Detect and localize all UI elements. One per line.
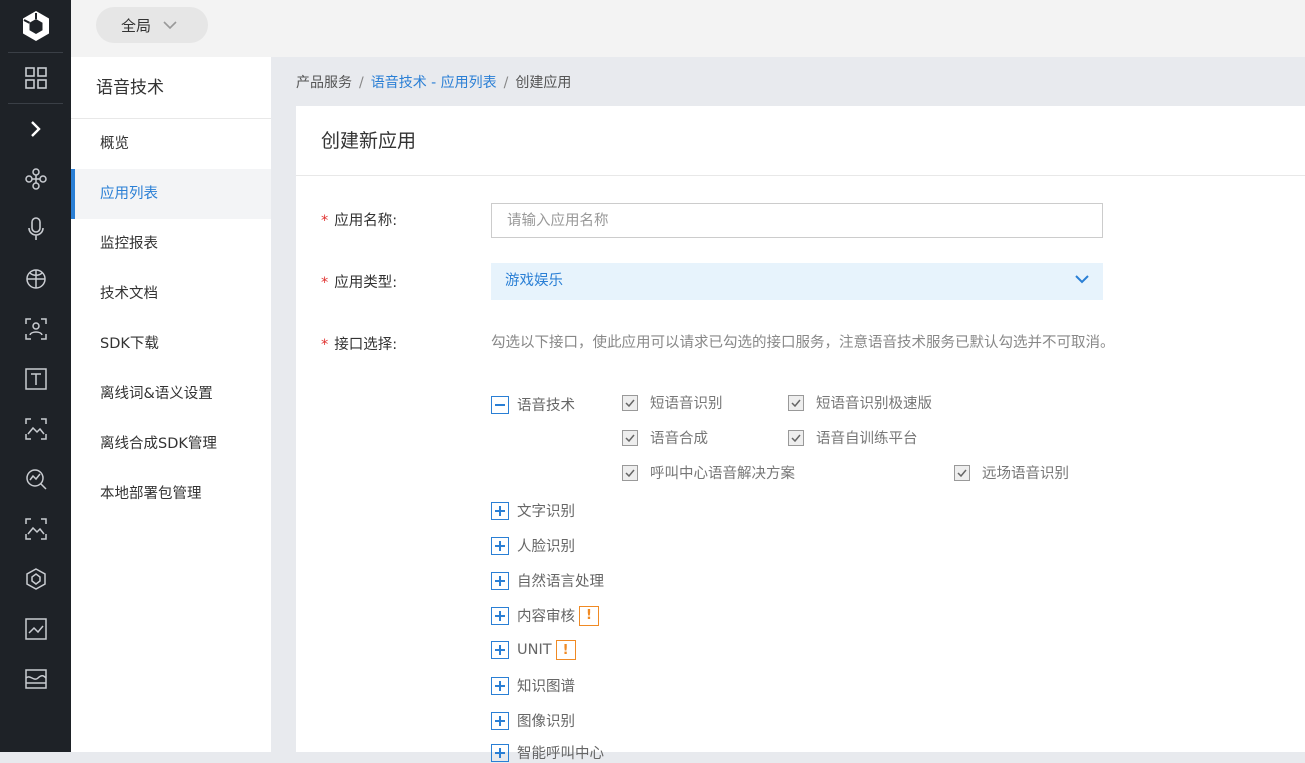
sidebar-item-app-list[interactable]: 应用列表 <box>71 169 271 219</box>
checkbox-checked-disabled-icon <box>622 429 638 446</box>
api-group-name: 自然语言处理 <box>517 574 604 590</box>
scope-dropdown[interactable]: 全局 <box>96 7 208 43</box>
sidebar-item-monitor-report[interactable]: 监控报表 <box>71 219 271 269</box>
api-group-name: 智能呼叫中心 <box>517 746 604 762</box>
create-app-panel: 创建新应用 * 应用名称: * 应用类型: 游戏娱乐 * 接口选择: 勾选以下接口，使… <box>296 106 1305 762</box>
breadcrumb-separator: / <box>503 75 509 91</box>
api-option-label: 语音合成 <box>650 431 708 447</box>
api-group-name: 人脸识别 <box>517 539 575 555</box>
api-group-name: 语音技术 <box>517 398 575 414</box>
api-option-label: 呼叫中心语音解决方案 <box>650 466 795 482</box>
api-option-label: 短语音识别极速版 <box>816 396 932 412</box>
api-group-name: 文字识别 <box>517 504 575 520</box>
api-option-short-asr-fast: 短语音识别极速版 <box>788 392 932 413</box>
app-name-label-text: 应用名称: <box>334 213 398 229</box>
api-group-name: 内容审核 <box>517 609 575 625</box>
api-group-name: UNIT <box>517 642 552 658</box>
api-option-short-asr: 短语音识别 <box>622 392 723 413</box>
required-mark: * <box>321 337 329 353</box>
sidebar-item-offline-sdk[interactable]: 离线合成SDK管理 <box>71 419 271 469</box>
app-type-select[interactable]: 游戏娱乐 <box>491 263 1103 300</box>
api-option-far-field-asr: 远场语音识别 <box>954 462 1069 483</box>
api-option-label: 短语音识别 <box>650 396 723 412</box>
app-name-label: * 应用名称: <box>321 209 397 230</box>
api-select-label: * 接口选择: <box>321 333 397 354</box>
app-type-label-text: 应用类型: <box>334 275 398 291</box>
network-icon[interactable] <box>0 154 71 204</box>
page-title: 创建新应用 <box>296 106 1305 176</box>
image-icon[interactable] <box>0 504 71 554</box>
api-group-knowledge-graph[interactable]: 知识图谱 <box>491 675 575 696</box>
sidebar-item-sdk-download[interactable]: SDK下载 <box>71 319 271 369</box>
sidebar-item-local-package[interactable]: 本地部署包管理 <box>71 469 271 519</box>
breadcrumb-root[interactable]: 产品服务 <box>296 75 352 91</box>
text-icon[interactable] <box>0 354 71 404</box>
landscape-icon[interactable] <box>0 404 71 454</box>
checkbox-checked-disabled-icon <box>954 464 970 481</box>
logo-icon[interactable] <box>0 0 71 52</box>
api-group-smart-call-center[interactable]: 智能呼叫中心 <box>491 742 604 763</box>
checkbox-checked-disabled-icon <box>788 429 804 446</box>
breadcrumb-parent-link[interactable]: 语音技术 - 应用列表 <box>371 75 497 91</box>
api-group-nlp[interactable]: 自然语言处理 <box>491 570 604 591</box>
required-mark: * <box>321 275 329 291</box>
icon-rail <box>0 0 71 752</box>
warning-icon[interactable]: ! <box>555 640 576 660</box>
map-icon[interactable] <box>0 654 71 704</box>
api-group-content-review[interactable]: 内容审核 ! <box>491 605 599 626</box>
breadcrumb-separator: / <box>359 75 364 91</box>
api-group-name: 图像识别 <box>517 714 575 730</box>
api-group-name: 知识图谱 <box>517 679 575 695</box>
api-select-label-text: 接口选择: <box>334 337 398 353</box>
api-option-label: 语音自训练平台 <box>816 431 918 447</box>
api-group-face[interactable]: 人脸识别 <box>491 535 575 556</box>
sidebar-item-overview[interactable]: 概览 <box>71 119 271 169</box>
collapse-icon[interactable] <box>491 395 509 414</box>
api-group-speech[interactable]: 语音技术 <box>491 394 575 415</box>
expand-icon[interactable] <box>491 743 509 762</box>
expand-icon[interactable] <box>491 641 509 659</box>
expand-icon[interactable] <box>491 676 509 695</box>
model-icon[interactable] <box>0 554 71 604</box>
api-option-tts: 语音合成 <box>622 427 708 448</box>
chevron-down-icon <box>163 20 177 29</box>
checkbox-checked-disabled-icon <box>788 394 804 411</box>
microphone-icon[interactable] <box>0 204 71 254</box>
app-name-input[interactable] <box>491 203 1103 238</box>
api-group-unit[interactable]: UNIT ! <box>491 640 576 660</box>
checkbox-checked-disabled-icon <box>622 394 638 411</box>
api-group-ocr[interactable]: 文字识别 <box>491 500 575 521</box>
expand-icon[interactable] <box>491 711 509 730</box>
scope-label: 全局 <box>121 16 152 35</box>
sidebar-item-offline-words[interactable]: 离线词&语义设置 <box>71 369 271 419</box>
api-group-image-recognition[interactable]: 图像识别 <box>491 710 575 731</box>
product-sidebar: 语音技术 概览 应用列表 监控报表 技术文档 SDK下载 离线词&语义设置 离线… <box>71 57 271 752</box>
chart-icon[interactable] <box>0 604 71 654</box>
checkbox-checked-disabled-icon <box>622 464 638 481</box>
expand-icon[interactable] <box>491 501 509 520</box>
globe-icon[interactable] <box>0 254 71 304</box>
expand-icon[interactable] <box>491 536 509 555</box>
warning-icon[interactable]: ! <box>579 605 599 626</box>
sidebar-title: 语音技术 <box>71 57 271 119</box>
expand-icon[interactable] <box>491 606 509 625</box>
api-option-call-center: 呼叫中心语音解决方案 <box>622 462 795 483</box>
grid-icon[interactable] <box>0 53 71 103</box>
chevron-right-icon[interactable] <box>0 104 71 154</box>
required-mark: * <box>321 213 329 229</box>
top-bar: 全局 <box>71 0 1305 57</box>
api-option-self-training: 语音自训练平台 <box>788 427 918 448</box>
chevron-down-icon <box>1075 275 1089 284</box>
api-option-label: 远场语音识别 <box>982 466 1069 482</box>
breadcrumb-current: 创建应用 <box>515 75 572 91</box>
expand-icon[interactable] <box>491 571 509 590</box>
sidebar-item-docs[interactable]: 技术文档 <box>71 269 271 319</box>
app-type-value: 游戏娱乐 <box>505 273 563 289</box>
analytics-icon[interactable] <box>0 454 71 504</box>
app-type-label: * 应用类型: <box>321 271 397 292</box>
breadcrumb: 产品服务 / 语音技术 - 应用列表 / 创建应用 <box>296 72 571 92</box>
face-scan-icon[interactable] <box>0 304 71 354</box>
api-hint: 勾选以下接口，使此应用可以请求已勾选的接口服务，注意语音技术服务已默认勾选并不可… <box>491 335 1115 351</box>
